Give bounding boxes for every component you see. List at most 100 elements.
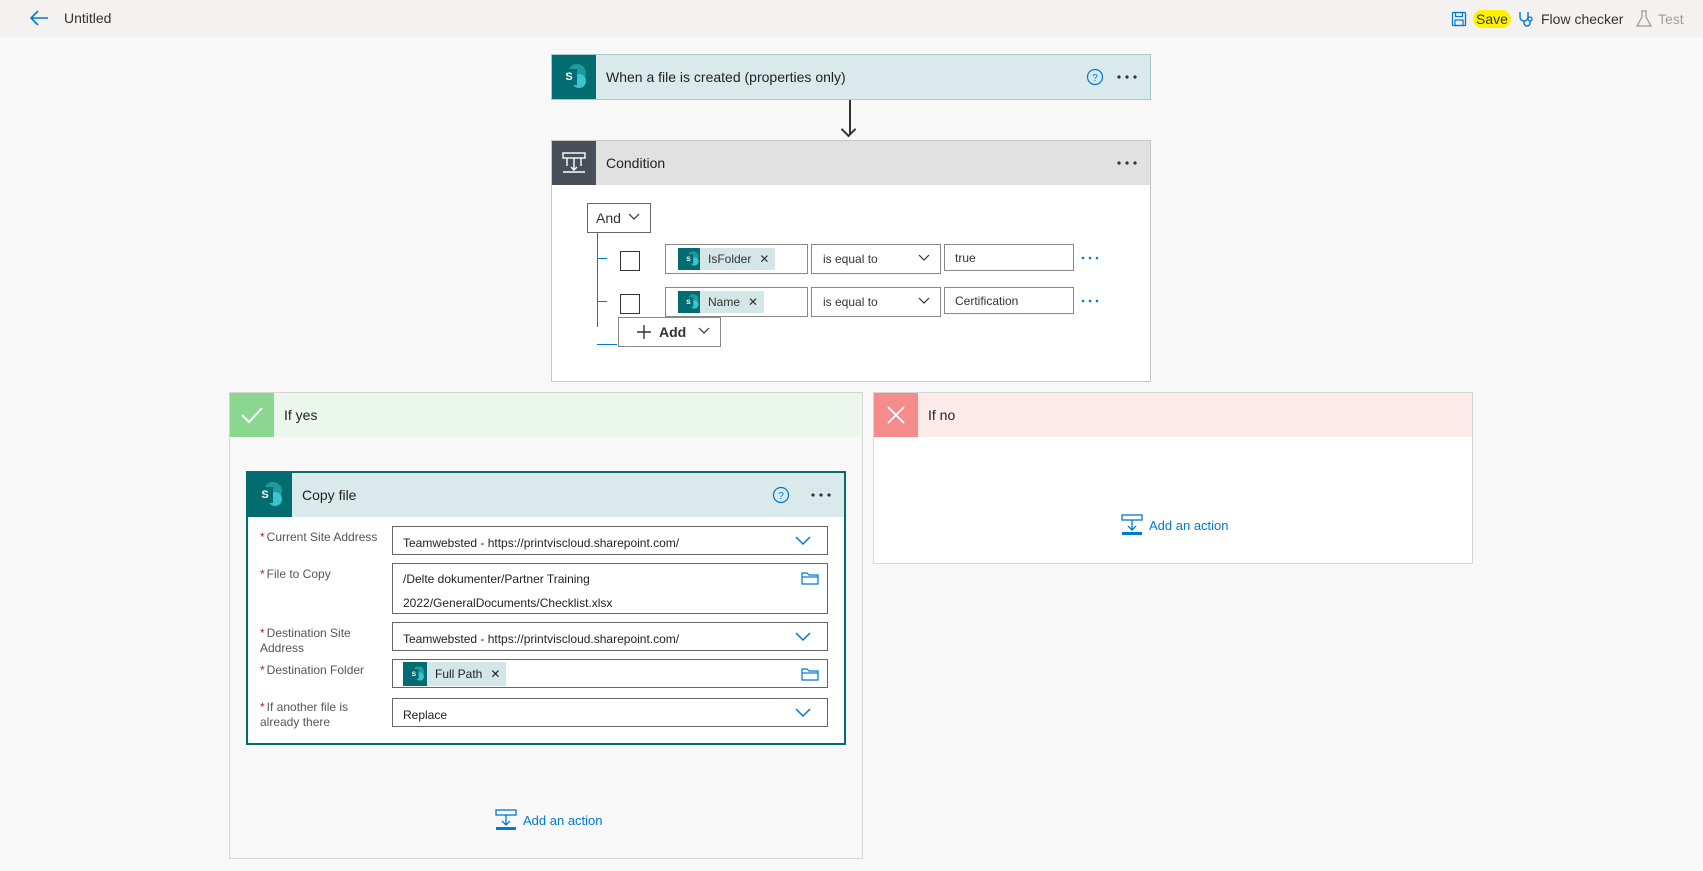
add-action-button[interactable]: Add an action bbox=[1121, 514, 1229, 536]
top-bar: Untitled Save Flow checker Test bbox=[0, 0, 1703, 37]
condition-card: Condition And S IsFolder ✕ is equal to t… bbox=[551, 140, 1151, 382]
more-options-icon[interactable] bbox=[1112, 67, 1142, 87]
token-label: IsFolder bbox=[708, 252, 752, 266]
operator-select[interactable]: is equal to bbox=[811, 244, 941, 274]
add-action-button[interactable]: Add an action bbox=[495, 809, 603, 831]
condition-header[interactable]: Condition bbox=[552, 141, 1150, 185]
conflict-behavior-select[interactable]: Replace bbox=[392, 698, 828, 727]
save-label: Save bbox=[1473, 10, 1511, 28]
chevron-down-icon bbox=[918, 254, 930, 261]
if-yes-title: If yes bbox=[284, 407, 318, 423]
test-label: Test bbox=[1658, 11, 1684, 27]
value-input[interactable]: true bbox=[944, 244, 1074, 271]
chevron-down-icon[interactable] bbox=[795, 708, 811, 718]
conflict-behavior-label: * If another file is already there bbox=[260, 700, 349, 729]
add-condition-button[interactable]: Add bbox=[618, 317, 721, 347]
file-to-copy-input[interactable]: /Delte dokumenter/Partner Training 2022/… bbox=[392, 563, 828, 614]
chevron-down-icon[interactable] bbox=[795, 536, 811, 546]
tree-branch-line bbox=[597, 301, 607, 302]
row-checkbox[interactable] bbox=[620, 294, 640, 314]
remove-token-icon[interactable]: ✕ bbox=[490, 667, 500, 681]
flow-checker-label: Flow checker bbox=[1541, 11, 1624, 27]
row-more-options-icon[interactable] bbox=[1080, 250, 1100, 266]
add-action-icon bbox=[1121, 514, 1143, 535]
if-no-header[interactable]: If no bbox=[874, 393, 1472, 437]
add-action-label: Add an action bbox=[523, 812, 603, 828]
left-operand-field[interactable]: S Name ✕ bbox=[665, 287, 808, 317]
current-site-select[interactable]: Teamwebsted - https://printviscloud.shar… bbox=[392, 526, 828, 555]
chevron-down-icon bbox=[628, 213, 640, 220]
dest-site-select[interactable]: Teamwebsted - https://printviscloud.shar… bbox=[392, 622, 828, 651]
dynamic-content-token: S Name ✕ bbox=[678, 291, 765, 313]
folder-icon[interactable] bbox=[801, 571, 819, 585]
close-icon bbox=[874, 393, 918, 437]
dynamic-content-token: S Full Path ✕ bbox=[403, 662, 507, 686]
if-yes-header[interactable]: If yes bbox=[230, 393, 862, 437]
dest-site-value: Teamwebsted - https://printviscloud.shar… bbox=[403, 632, 680, 646]
folder-icon[interactable] bbox=[801, 667, 819, 681]
tree-line bbox=[597, 233, 598, 327]
save-icon bbox=[1451, 11, 1467, 27]
sharepoint-icon: S bbox=[403, 662, 427, 686]
save-button[interactable]: Save bbox=[1451, 8, 1511, 30]
sharepoint-icon: S bbox=[552, 55, 596, 99]
connector-arrow bbox=[849, 100, 851, 134]
test-button[interactable]: Test bbox=[1636, 8, 1684, 30]
condition-title: Condition bbox=[606, 155, 666, 171]
flow-title[interactable]: Untitled bbox=[64, 10, 111, 26]
operator-value: is equal to bbox=[823, 295, 878, 309]
flask-icon bbox=[1636, 10, 1652, 27]
chevron-down-icon bbox=[698, 327, 710, 334]
trigger-header[interactable]: S When a file is created (properties onl… bbox=[552, 55, 1150, 99]
sharepoint-icon: S bbox=[678, 291, 700, 313]
trigger-card[interactable]: S When a file is created (properties onl… bbox=[551, 54, 1151, 100]
svg-text:?: ? bbox=[778, 491, 784, 502]
current-site-value: Teamwebsted - https://printviscloud.shar… bbox=[403, 536, 680, 550]
row-checkbox[interactable] bbox=[620, 251, 640, 271]
more-options-icon[interactable] bbox=[1112, 153, 1142, 173]
dest-folder-input[interactable]: S Full Path ✕ bbox=[392, 659, 828, 688]
operator-select[interactable]: is equal to bbox=[811, 287, 941, 317]
remove-token-icon[interactable]: ✕ bbox=[759, 252, 769, 266]
copy-file-title: Copy file bbox=[302, 487, 357, 503]
left-operand-field[interactable]: S IsFolder ✕ bbox=[665, 244, 808, 274]
file-path-line-1: /Delte dokumenter/Partner Training bbox=[403, 572, 590, 586]
token-label: Name bbox=[708, 295, 741, 309]
add-action-label: Add an action bbox=[1149, 517, 1229, 533]
file-to-copy-label: * File to Copy bbox=[260, 567, 331, 581]
file-path-line-2: 2022/GeneralDocuments/Checklist.xlsx bbox=[403, 596, 613, 610]
remove-token-icon[interactable]: ✕ bbox=[748, 295, 758, 309]
stethoscope-icon bbox=[1519, 12, 1533, 27]
add-action-icon bbox=[495, 809, 517, 830]
copy-file-header[interactable]: S Copy file ? bbox=[248, 473, 844, 517]
trigger-title: When a file is created (properties only) bbox=[606, 69, 846, 85]
help-icon[interactable]: ? bbox=[772, 486, 790, 504]
tree-branch-line bbox=[597, 258, 607, 259]
add-condition-label: Add bbox=[659, 324, 687, 340]
value-input[interactable]: Certification bbox=[944, 287, 1074, 314]
plus-icon bbox=[637, 325, 651, 339]
svg-text:?: ? bbox=[1092, 73, 1098, 84]
flow-checker-button[interactable]: Flow checker bbox=[1517, 8, 1623, 30]
conflict-behavior-value: Replace bbox=[403, 708, 448, 722]
group-operator-value: And bbox=[596, 210, 621, 226]
chevron-down-icon[interactable] bbox=[795, 632, 811, 642]
dynamic-content-token: S IsFolder ✕ bbox=[678, 248, 776, 270]
sharepoint-icon: S bbox=[248, 473, 292, 517]
help-icon[interactable]: ? bbox=[1086, 68, 1104, 86]
dest-site-label: * Destination Site Address bbox=[260, 626, 351, 655]
operator-value: is equal to bbox=[823, 252, 878, 266]
more-options-icon[interactable] bbox=[806, 485, 836, 505]
sharepoint-icon: S bbox=[678, 248, 700, 270]
back-arrow-icon[interactable] bbox=[28, 8, 50, 28]
if-no-title: If no bbox=[928, 407, 956, 423]
chevron-down-icon bbox=[918, 297, 930, 304]
copy-file-card: S Copy file ? * Current Site Address Team… bbox=[246, 471, 846, 745]
if-yes-branch: If yes S Copy file ? * Current Site Addre… bbox=[229, 392, 863, 859]
group-operator-select[interactable]: And bbox=[587, 203, 651, 233]
current-site-label: * Current Site Address bbox=[260, 530, 378, 544]
row-more-options-icon[interactable] bbox=[1080, 293, 1100, 309]
if-no-branch: If no Add an action bbox=[873, 392, 1473, 564]
tree-branch-line bbox=[597, 344, 617, 345]
dest-folder-label: * Destination Folder bbox=[260, 663, 365, 677]
